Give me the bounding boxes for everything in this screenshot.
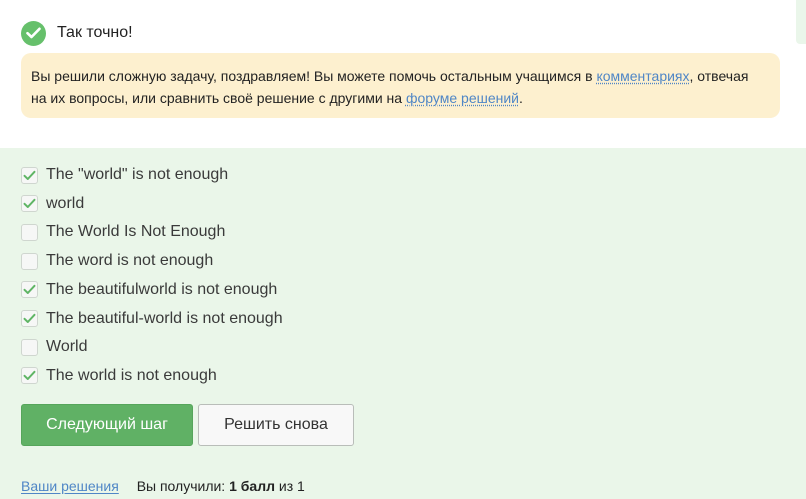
answer-option-label: The word is not enough xyxy=(46,252,214,270)
checkbox-unchecked[interactable] xyxy=(21,223,38,241)
next-step-button[interactable]: Следующий шаг xyxy=(21,404,193,446)
score-value: 1 балл xyxy=(229,478,275,494)
checkbox-checked[interactable] xyxy=(21,195,38,213)
checkbox-checked[interactable] xyxy=(21,166,38,184)
checkbox-checked[interactable] xyxy=(21,310,38,327)
note-text-after: . xyxy=(519,90,523,106)
check-icon xyxy=(23,313,36,323)
score-suffix: из 1 xyxy=(275,478,305,494)
submission-footer: Ваши решения Вы получили: 1 балл из 1 xyxy=(21,478,305,494)
note-text-before: Вы решили сложную задачу, поздравляем! В… xyxy=(31,68,597,84)
answer-panel: The "world" is not enough world The World … xyxy=(0,148,806,499)
answer-option-label: The World Is Not Enough xyxy=(46,223,226,241)
checkbox-unchecked[interactable] xyxy=(21,252,38,270)
checkbox-checked[interactable] xyxy=(21,367,38,385)
answer-option[interactable]: The word is not enough xyxy=(21,250,213,272)
checkbox-checked[interactable] xyxy=(21,281,38,299)
check-icon xyxy=(23,371,36,381)
answer-option[interactable]: The World Is Not Enough xyxy=(21,221,225,243)
score-prefix: Вы получили: xyxy=(136,478,230,494)
answer-option-label: The world is not enough xyxy=(46,366,217,384)
answer-option[interactable]: The beautiful-world is not enough xyxy=(21,308,283,330)
check-circle-icon xyxy=(21,20,46,46)
your-solutions-link[interactable]: Ваши решения xyxy=(21,478,119,494)
solutions-forum-link[interactable]: форуме решений xyxy=(406,90,519,106)
result-text: Так точно! xyxy=(57,24,133,41)
score-text: Вы получили: 1 балл из 1 xyxy=(137,478,305,494)
result-status: Так точно! xyxy=(21,20,133,46)
answer-option-label: world xyxy=(46,194,85,212)
answer-option-label: The "world" is not enough xyxy=(46,166,229,183)
retry-button[interactable]: Решить снова xyxy=(198,404,354,446)
congrats-note: Вы решили сложную задачу, поздравляем! В… xyxy=(21,53,780,118)
answer-option-label: The beautiful-world is not enough xyxy=(46,309,283,327)
check-icon xyxy=(23,170,36,180)
side-accent xyxy=(796,0,806,44)
answer-option[interactable]: The "world" is not enough xyxy=(21,164,228,186)
answer-option-label: World xyxy=(46,338,88,356)
answer-option[interactable]: The world is not enough xyxy=(21,365,217,387)
answer-option[interactable]: World xyxy=(21,336,88,358)
answer-option-label: The beautifulworld is not enough xyxy=(46,280,278,298)
answer-option[interactable]: The beautifulworld is not enough xyxy=(21,279,277,301)
check-icon xyxy=(23,198,36,209)
result-panel: Так точно! Вы решили сложную задачу, поз… xyxy=(0,0,806,148)
comments-link[interactable]: комментариях xyxy=(596,68,689,84)
check-icon xyxy=(23,285,36,295)
answer-option[interactable]: world xyxy=(21,193,84,215)
checkbox-unchecked[interactable] xyxy=(21,338,38,356)
